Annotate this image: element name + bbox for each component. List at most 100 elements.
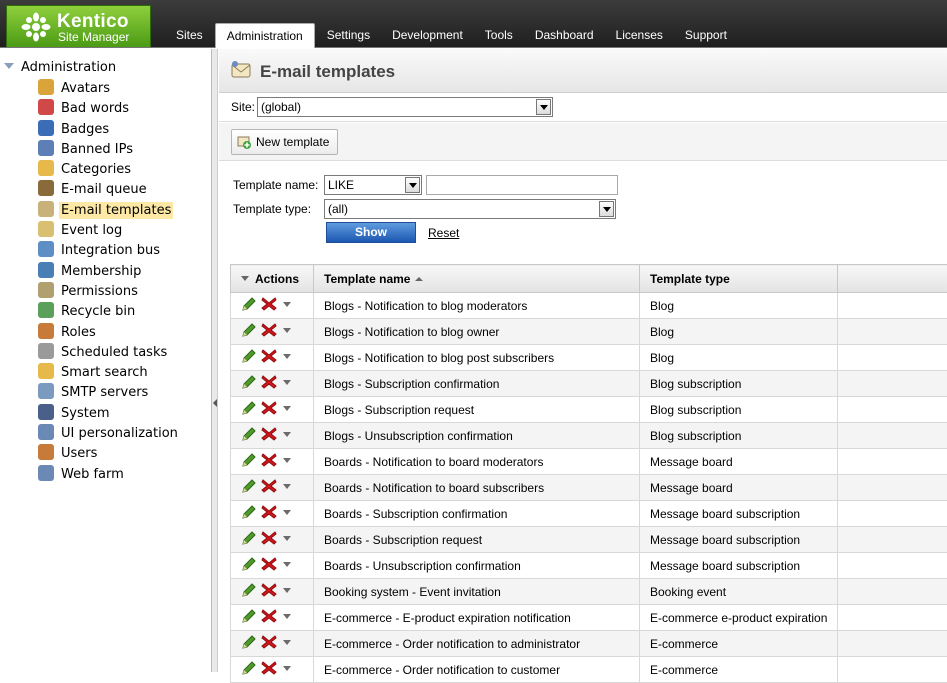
more-actions-icon[interactable] <box>281 376 293 391</box>
kentico-logo[interactable]: Kentico Site Manager <box>6 5 151 47</box>
delete-icon[interactable] <box>260 608 278 627</box>
actions-menu-icon[interactable] <box>241 276 249 281</box>
tree-item-recycle-bin[interactable]: Recycle bin <box>38 302 180 322</box>
edit-icon[interactable] <box>241 582 257 601</box>
chevron-down-icon[interactable] <box>599 201 614 217</box>
edit-icon[interactable] <box>241 400 257 419</box>
tree-root-administration[interactable]: Administration <box>4 60 116 76</box>
template-name-input[interactable] <box>426 175 618 195</box>
more-actions-icon[interactable] <box>281 636 293 651</box>
table-row[interactable]: Blogs - Notification to blog ownerBlog <box>231 319 947 345</box>
delete-icon[interactable] <box>260 426 278 445</box>
edit-icon[interactable] <box>241 322 257 341</box>
show-button[interactable]: Show <box>326 222 416 243</box>
delete-icon[interactable] <box>260 374 278 393</box>
tab-licenses[interactable]: Licenses <box>605 23 674 48</box>
tab-development[interactable]: Development <box>381 23 474 48</box>
tree-item-integration-bus[interactable]: Integration bus <box>38 241 180 261</box>
tree-item-scheduled-tasks[interactable]: Scheduled tasks <box>38 343 180 363</box>
more-actions-icon[interactable] <box>281 610 293 625</box>
edit-icon[interactable] <box>241 374 257 393</box>
template-type-header[interactable]: Template type <box>640 265 838 293</box>
delete-icon[interactable] <box>260 478 278 497</box>
table-row[interactable]: Boards - Subscription confirmationMessag… <box>231 501 947 527</box>
more-actions-icon[interactable] <box>281 532 293 547</box>
delete-icon[interactable] <box>260 400 278 419</box>
delete-icon[interactable] <box>260 322 278 341</box>
template-type-select[interactable]: (all) <box>324 199 616 219</box>
reset-link[interactable]: Reset <box>428 226 459 240</box>
more-actions-icon[interactable] <box>281 298 293 313</box>
more-actions-icon[interactable] <box>281 584 293 599</box>
delete-icon[interactable] <box>260 452 278 471</box>
edit-icon[interactable] <box>241 452 257 471</box>
edit-icon[interactable] <box>241 556 257 575</box>
tree-item-e-mail-queue[interactable]: E-mail queue <box>38 180 180 200</box>
tab-settings[interactable]: Settings <box>316 23 381 48</box>
more-actions-icon[interactable] <box>281 454 293 469</box>
delete-icon[interactable] <box>260 530 278 549</box>
tree-item-smtp-servers[interactable]: SMTP servers <box>38 383 180 403</box>
template-name-operator-select[interactable]: LIKE <box>324 175 422 195</box>
chevron-down-icon[interactable] <box>536 99 551 115</box>
more-actions-icon[interactable] <box>281 506 293 521</box>
tab-support[interactable]: Support <box>674 23 738 48</box>
more-actions-icon[interactable] <box>281 558 293 573</box>
tree-item-roles[interactable]: Roles <box>38 323 180 343</box>
table-row[interactable]: Blogs - Notification to blog moderatorsB… <box>231 293 947 319</box>
edit-icon[interactable] <box>241 504 257 523</box>
more-actions-icon[interactable] <box>281 324 293 339</box>
more-actions-icon[interactable] <box>281 428 293 443</box>
table-row[interactable]: Blogs - Subscription requestBlog subscri… <box>231 397 947 423</box>
tab-sites[interactable]: Sites <box>165 23 214 48</box>
new-template-button[interactable]: New template <box>231 129 338 155</box>
edit-icon[interactable] <box>241 426 257 445</box>
tree-item-e-mail-templates[interactable]: E-mail templates <box>38 201 180 221</box>
collapse-pane-icon[interactable] <box>213 399 217 407</box>
tree-item-ui-personalization[interactable]: UI personalization <box>38 424 180 444</box>
more-actions-icon[interactable] <box>281 402 293 417</box>
table-row[interactable]: Blogs - Subscription confirmationBlog su… <box>231 371 947 397</box>
more-actions-icon[interactable] <box>281 480 293 495</box>
table-row[interactable]: Boards - Notification to board moderator… <box>231 449 947 475</box>
tree-item-smart-search[interactable]: Smart search <box>38 363 180 383</box>
delete-icon[interactable] <box>260 348 278 367</box>
delete-icon[interactable] <box>260 660 278 679</box>
tree-item-membership[interactable]: Membership <box>38 262 180 282</box>
table-row[interactable]: E-commerce - E-product expiration notifi… <box>231 605 947 631</box>
delete-icon[interactable] <box>260 582 278 601</box>
table-row[interactable]: E-commerce - Order notification to admin… <box>231 631 947 657</box>
delete-icon[interactable] <box>260 556 278 575</box>
tree-item-badges[interactable]: Badges <box>38 120 180 140</box>
actions-header[interactable]: Actions <box>231 265 314 293</box>
table-row[interactable]: Boards - Subscription requestMessage boa… <box>231 527 947 553</box>
chevron-down-icon[interactable] <box>405 177 420 193</box>
edit-icon[interactable] <box>241 634 257 653</box>
tree-item-categories[interactable]: Categories <box>38 160 180 180</box>
tab-tools[interactable]: Tools <box>474 23 524 48</box>
edit-icon[interactable] <box>241 348 257 367</box>
pane-splitter[interactable] <box>212 49 218 672</box>
collapse-arrow-icon[interactable] <box>4 63 14 69</box>
table-row[interactable]: E-commerce - Order notification to custo… <box>231 657 947 683</box>
tree-item-web-farm[interactable]: Web farm <box>38 465 180 485</box>
delete-icon[interactable] <box>260 296 278 315</box>
tree-item-banned-ips[interactable]: Banned IPs <box>38 140 180 160</box>
delete-icon[interactable] <box>260 634 278 653</box>
table-row[interactable]: Boards - Notification to board subscribe… <box>231 475 947 501</box>
table-row[interactable]: Boards - Unsubscription confirmationMess… <box>231 553 947 579</box>
edit-icon[interactable] <box>241 296 257 315</box>
tree-item-users[interactable]: Users <box>38 444 180 464</box>
table-row[interactable]: Booking system - Event invitationBooking… <box>231 579 947 605</box>
tab-administration[interactable]: Administration <box>215 23 315 48</box>
table-row[interactable]: Blogs - Unsubscription confirmationBlog … <box>231 423 947 449</box>
tree-item-event-log[interactable]: Event log <box>38 221 180 241</box>
tree-item-bad-words[interactable]: Bad words <box>38 99 180 119</box>
more-actions-icon[interactable] <box>281 350 293 365</box>
edit-icon[interactable] <box>241 478 257 497</box>
template-name-header[interactable]: Template name <box>314 265 640 293</box>
tree-item-permissions[interactable]: Permissions <box>38 282 180 302</box>
edit-icon[interactable] <box>241 608 257 627</box>
tree-item-system[interactable]: System <box>38 404 180 424</box>
site-select[interactable]: (global) <box>257 97 553 117</box>
